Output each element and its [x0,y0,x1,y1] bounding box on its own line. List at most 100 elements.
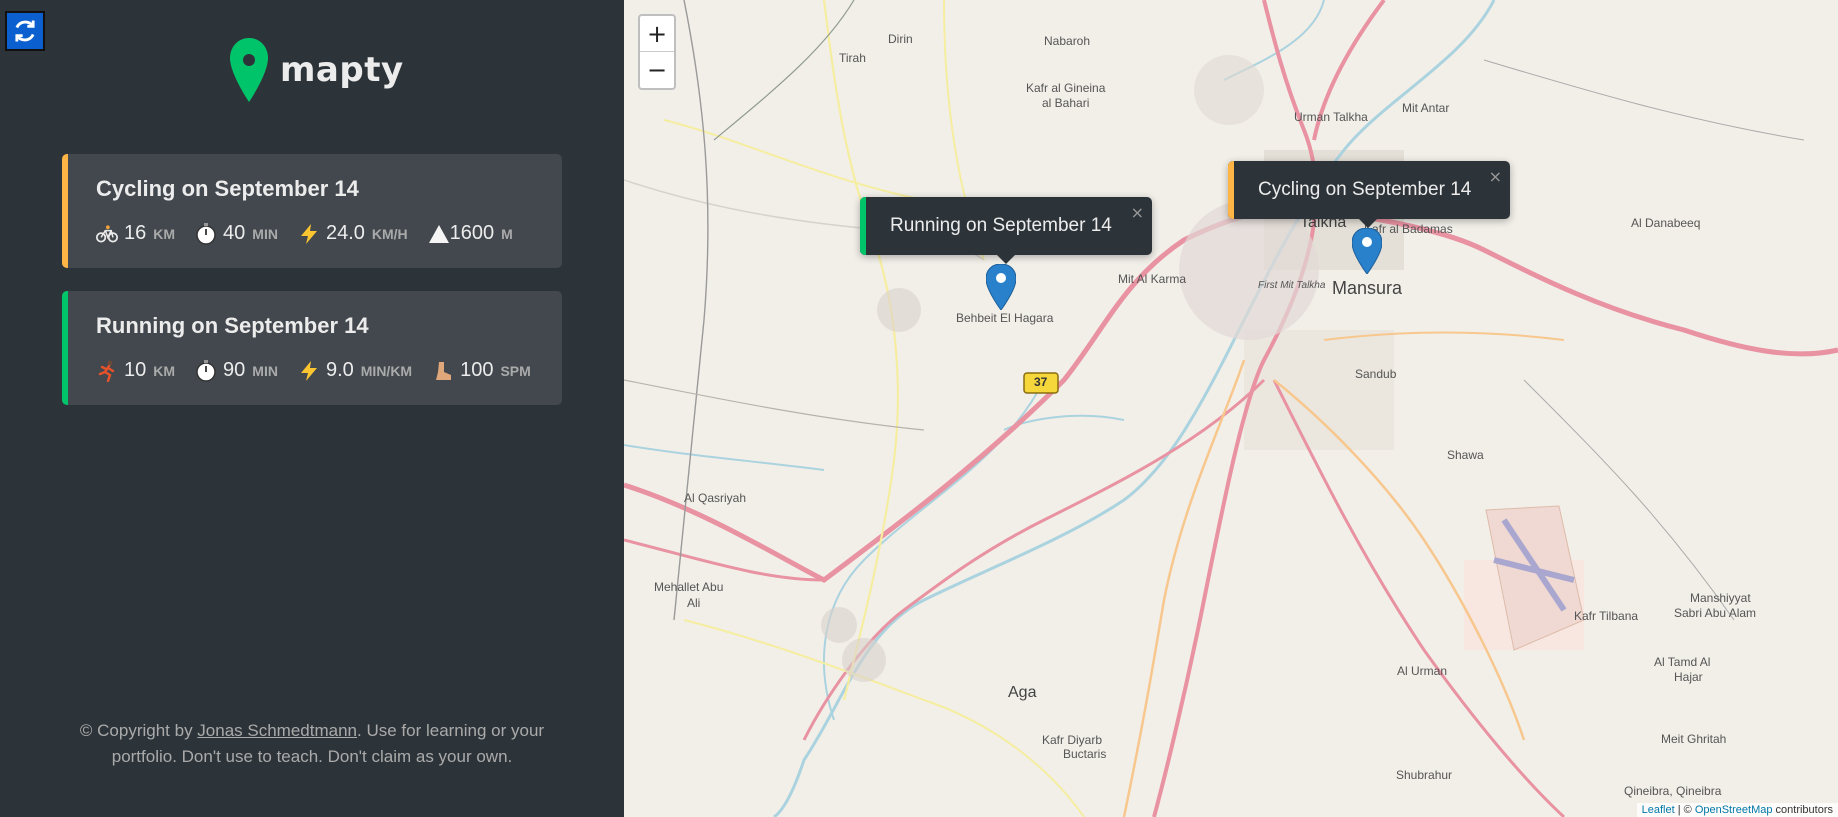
logo: mapty [230,38,404,102]
workout-detail-speed: 24.0 km/h [298,222,408,245]
map-pin-logo-icon [230,38,268,102]
map-attribution: Leaflet | © OpenStreetMap contributors [1636,803,1838,817]
zoom-control: + − [638,14,676,90]
workout-duration-value: 40 [223,222,246,244]
place-label: Buctaris [1063,747,1107,761]
attribution-contributors: contributors [1772,804,1833,816]
workout-cadence-value: 100 [460,359,494,381]
route-37-label: 37 [1034,375,1048,389]
workout-duration-unit: min [252,225,278,242]
copyright-text: © Copyright by Jonas Schmedtmann. Use fo… [70,718,554,770]
workout-detail-distance: 16 km [96,222,175,245]
app-title: mapty [280,50,404,90]
place-label: Kafr Diyarb [1042,733,1103,747]
place-label: al Bahari [1042,96,1090,110]
popup-tip [996,254,1016,264]
workout-detail-elevation: 1600 m [428,222,513,245]
workout-duration-unit: min [252,362,278,379]
osm-link[interactable]: OpenStreetMap [1695,804,1773,816]
popup-tip [1358,218,1378,228]
popup-close-button[interactable]: × [1489,167,1502,186]
popup-type-stripe [1228,161,1234,219]
running-popup: Running on September 14 × [860,197,1152,264]
cycling-popup: Cycling on September 14 × [1228,161,1510,228]
place-label: Al Tamd Al [1654,655,1711,669]
zoom-out-button[interactable]: − [640,52,674,88]
map-tiles [624,0,1838,817]
place-label: Meit Ghritah [1661,732,1727,746]
place-label: Al Qasriyah [684,491,747,505]
workout-details: 10 km 90 min 9.0 min/km [96,359,551,382]
copyright-prefix: © Copyright by [79,721,198,740]
place-label: Mit Antar [1402,101,1450,115]
place-label: Kafr Tilbana [1574,609,1639,623]
map-marker-icon[interactable] [986,264,1016,310]
author-link[interactable]: Jonas Schmedtmann [197,721,357,740]
workout-title: Running on September 14 [96,313,369,338]
workout-elevation-unit: m [501,225,513,242]
workout-detail-duration: 40 min [195,222,278,245]
place-label: Tirah [839,51,866,65]
place-label: Mansura [1332,278,1403,298]
place-label: Dirin [888,32,913,46]
workout-detail-cadence: 100 spm [432,359,531,382]
place-label: Mehallet Abu [654,580,724,594]
workout-pace-value: 9.0 [325,359,354,381]
workout-cadence-unit: spm [500,362,531,379]
workout-distance-value: 10 [124,359,147,381]
workout-type-stripe [62,291,68,405]
workout-type-stripe [62,154,68,268]
stopwatch-icon [195,222,217,245]
place-label: Urman Talkha [1294,110,1368,124]
workout-detail-pace: 9.0 min/km [298,359,412,382]
workout-detail-duration: 90 min [195,359,278,382]
place-label: Al Urman [1397,664,1448,678]
workout-card-cycling[interactable]: Cycling on September 14 16 km 40 min [62,154,562,268]
place-label: Behbeit El Hagara [956,311,1054,325]
place-label: Ali [687,596,701,610]
place-label: Hajar [1674,670,1703,684]
workout-details: 16 km 40 min 24.0 km/h [96,222,533,245]
place-label: Shubrahur [1396,768,1453,782]
map-marker-icon[interactable] [1352,228,1382,274]
place-label: Manshiyyat [1690,591,1751,605]
place-label: Shawa [1447,448,1484,462]
popup-text: Running on September 14 [890,215,1112,236]
place-label: Mit Al Karma [1118,272,1187,286]
place-label: Sabri Abu Alam [1674,606,1757,620]
popup-type-stripe [860,197,866,255]
workout-pace-unit: min/km [360,362,413,379]
workout-title: Cycling on September 14 [96,176,359,201]
lightning-icon [298,223,320,245]
sidebar: mapty Cycling on September 14 16 km 40 m… [0,0,624,817]
place-label: Kafr al Gineina [1026,81,1106,95]
leaflet-link[interactable]: Leaflet [1642,804,1675,816]
place-label: Nabaroh [1044,34,1091,48]
workout-distance-unit: km [153,225,176,242]
workout-speed-unit: km/h [371,225,408,242]
refresh-icon [15,20,35,42]
stopwatch-icon [195,359,217,382]
place-label: First Mit Talkha [1258,280,1326,291]
workout-elevation-value: 1600 [449,222,495,244]
place-label: Qineibra, Qineibra [1624,784,1722,798]
zoom-in-button[interactable]: + [640,16,674,52]
popup-close-button[interactable]: × [1131,203,1144,222]
footprint-icon [432,360,454,382]
map[interactable]: 37 Dirin Nabaroh Tirah Kafr al Gineina a… [624,0,1838,817]
bicycle-icon [96,223,118,245]
popup-text: Cycling on September 14 [1258,179,1472,200]
workout-distance-value: 16 [124,222,147,244]
workout-detail-distance: 10 km [96,359,175,382]
place-label: Sandub [1355,367,1397,381]
workout-duration-value: 90 [223,359,246,381]
place-label: Aga [1008,684,1037,701]
mountain-icon [428,223,450,245]
lightning-icon [298,360,320,382]
workout-distance-unit: km [153,362,176,379]
workout-card-running[interactable]: Running on September 14 10 km 90 min [62,291,562,405]
reset-button[interactable] [5,11,45,51]
attribution-separator: | © [1674,804,1695,816]
place-label: Al Danabeeq [1631,216,1701,230]
workout-speed-value: 24.0 [325,222,365,244]
